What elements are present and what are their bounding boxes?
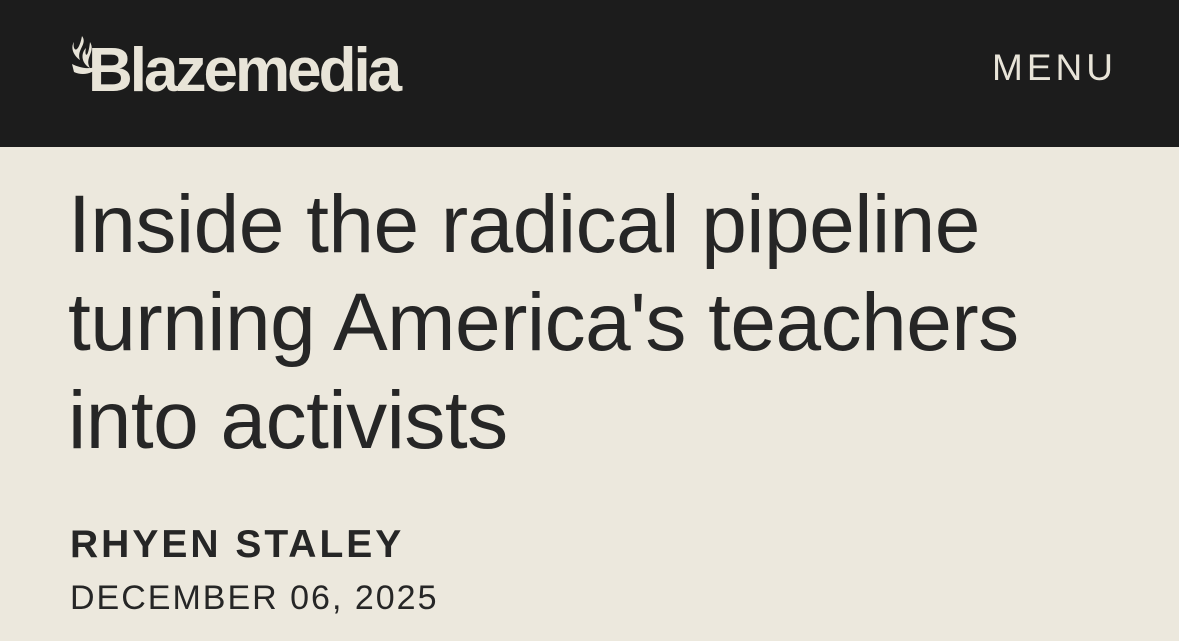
menu-button[interactable]: MENU xyxy=(992,46,1117,90)
site-logo[interactable]: Blazemedia xyxy=(68,34,402,105)
logo-wordmark: Blazemedia xyxy=(88,36,402,105)
author-byline[interactable]: RHYEN STALEY xyxy=(70,522,404,568)
blaze-flame-icon xyxy=(72,36,98,74)
article-page: Blazemedia MENU Inside the radical pipel… xyxy=(0,0,1179,641)
site-header: Blazemedia MENU xyxy=(0,0,1179,147)
article-headline: Inside the radical pipeline turning Amer… xyxy=(68,179,1019,466)
publish-date: DECEMBER 06, 2025 xyxy=(70,579,439,617)
